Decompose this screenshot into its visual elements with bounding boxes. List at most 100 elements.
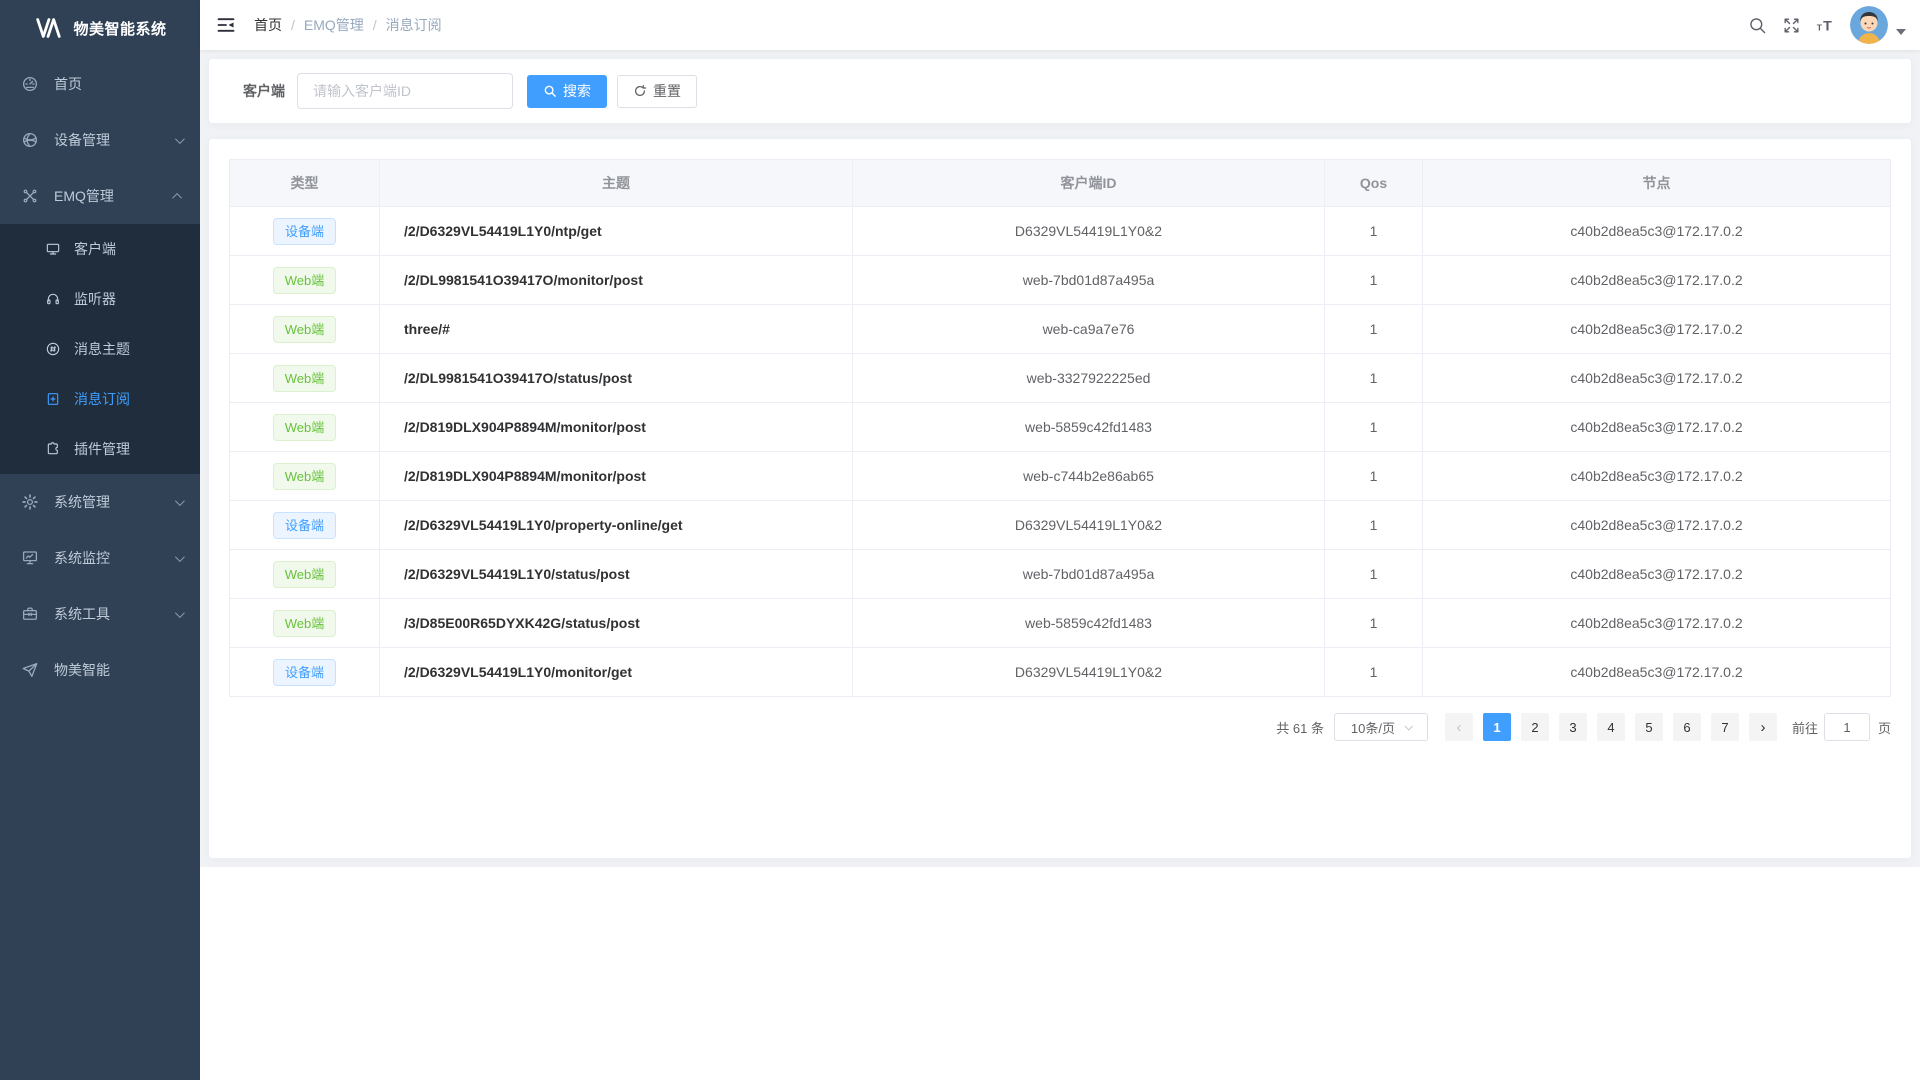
sidebar-item-wumei[interactable]: 物美智能 (0, 642, 200, 698)
qos-cell: 1 (1325, 256, 1423, 305)
topic-cell: three/# (380, 305, 853, 354)
sidebar-subitem-clients[interactable]: 客户端 (0, 224, 200, 274)
page-button-6[interactable]: 6 (1673, 713, 1701, 741)
app-root: 物美智能系统 首页 设备管理 EMQ管理 客户端 监听器 消息主题 消息订阅 插… (0, 0, 1920, 1080)
qos-cell: 1 (1325, 550, 1423, 599)
node-cell: c40b2d8ea5c3@172.17.0.2 (1423, 599, 1891, 648)
type-badge: 设备端 (273, 218, 336, 245)
logo-icon (33, 13, 63, 43)
column-header-2: 客户端ID (853, 160, 1325, 207)
table-row: Web端 three/# web-ca9a7e76 1 c40b2d8ea5c3… (230, 305, 1891, 354)
content: 客户端 搜索 重置 (200, 50, 1920, 867)
node-cell: c40b2d8ea5c3@172.17.0.2 (1423, 550, 1891, 599)
topic-cell: /2/D6329VL54419L1Y0/property-online/get (380, 501, 853, 550)
page-button-4[interactable]: 4 (1597, 713, 1625, 741)
goto-label: 前往 (1792, 718, 1818, 737)
app-logo[interactable]: 物美智能系统 (0, 0, 200, 56)
page-button-1[interactable]: 1 (1483, 713, 1511, 741)
breadcrumb-separator: / (291, 17, 295, 33)
next-page-button[interactable]: › (1749, 713, 1777, 741)
page-size-select[interactable]: 10条/页 (1334, 713, 1428, 741)
sidebar-subitem-plugins[interactable]: 插件管理 (0, 424, 200, 474)
sidebar-item-tools[interactable]: 系统工具 (0, 586, 200, 642)
gear-icon (20, 492, 40, 512)
table-row: 设备端 /2/D6329VL54419L1Y0/monitor/get D632… (230, 648, 1891, 697)
client-id-label: 客户端 (243, 81, 285, 101)
type-badge: Web端 (273, 267, 337, 294)
sidebar-subitem-subscriptions[interactable]: 消息订阅 (0, 374, 200, 424)
chevron-icon (175, 552, 185, 562)
breadcrumb-item-1[interactable]: EMQ管理 (304, 15, 364, 35)
type-badge: 设备端 (273, 659, 336, 686)
qos-cell: 1 (1325, 207, 1423, 256)
topic-cell: /2/D819DLX904P8894M/monitor/post (380, 403, 853, 452)
subscription-table-card: 类型主题客户端IDQos节点 设备端 /2/D6329VL54419L1Y0/n… (208, 138, 1912, 859)
font-size-icon[interactable]: TT (1808, 0, 1842, 50)
sidebar-item-home[interactable]: 首页 (0, 56, 200, 112)
navbar: 首页 / EMQ管理 / 消息订阅 TT (200, 0, 1920, 50)
sidebar-item-devices[interactable]: 设备管理 (0, 112, 200, 168)
sidebar-subitem-topics[interactable]: 消息主题 (0, 324, 200, 374)
user-menu[interactable] (1850, 6, 1906, 44)
type-badge: Web端 (273, 365, 337, 392)
table-row: Web端 /2/DL9981541O39417O/monitor/post we… (230, 256, 1891, 305)
client-monitor-icon (44, 240, 62, 258)
prev-page-button[interactable]: ‹ (1445, 713, 1473, 741)
page-size-value: 10条/页 (1351, 718, 1395, 737)
chevron-down-icon (1404, 722, 1412, 730)
column-header-1: 主题 (380, 160, 853, 207)
collapse-sidebar-icon[interactable] (200, 0, 252, 50)
dashboard-icon (20, 74, 40, 94)
table-header-row: 类型主题客户端IDQos节点 (230, 160, 1891, 207)
qos-cell: 1 (1325, 452, 1423, 501)
client-id-cell: web-5859c42fd1483 (853, 599, 1325, 648)
sidebar-item-label: 系统管理 (54, 492, 110, 512)
node-cell: c40b2d8ea5c3@172.17.0.2 (1423, 207, 1891, 256)
goto-page-unit: 页 (1878, 718, 1891, 737)
search-button[interactable]: 搜索 (527, 75, 607, 108)
search-icon (543, 84, 557, 98)
table-row: Web端 /2/D6329VL54419L1Y0/status/post web… (230, 550, 1891, 599)
topic-cell: /2/DL9981541O39417O/monitor/post (380, 256, 853, 305)
reset-button[interactable]: 重置 (617, 75, 697, 108)
breadcrumb-separator: / (373, 17, 377, 33)
page-button-3[interactable]: 3 (1559, 713, 1587, 741)
goto-page-input[interactable] (1824, 713, 1870, 741)
fullscreen-icon[interactable] (1774, 0, 1808, 50)
sidebar-item-emq[interactable]: EMQ管理 (0, 168, 200, 224)
sidebar-subitem-label: 客户端 (74, 239, 116, 259)
pagination: 共 61 条 10条/页 ‹ 1234567 › 前往 页 (229, 713, 1891, 741)
nodes-icon (20, 186, 40, 206)
search-icon[interactable] (1740, 0, 1774, 50)
app-title: 物美智能系统 (73, 18, 166, 39)
page-button-5[interactable]: 5 (1635, 713, 1663, 741)
node-cell: c40b2d8ea5c3@172.17.0.2 (1423, 256, 1891, 305)
subscription-table: 类型主题客户端IDQos节点 设备端 /2/D6329VL54419L1Y0/n… (229, 159, 1891, 697)
node-cell: c40b2d8ea5c3@172.17.0.2 (1423, 648, 1891, 697)
monitor-chart-icon (20, 548, 40, 568)
sidebar-item-label: 首页 (54, 74, 82, 94)
breadcrumb-item-2: 消息订阅 (386, 15, 442, 35)
page-button-7[interactable]: 7 (1711, 713, 1739, 741)
sidebar-item-system[interactable]: 系统管理 (0, 474, 200, 530)
sidebar-subitem-label: 消息主题 (74, 339, 130, 359)
node-cell: c40b2d8ea5c3@172.17.0.2 (1423, 305, 1891, 354)
page-button-2[interactable]: 2 (1521, 713, 1549, 741)
type-badge: Web端 (273, 316, 337, 343)
breadcrumb-item-0[interactable]: 首页 (254, 15, 282, 35)
paper-plane-icon (20, 660, 40, 680)
headset-icon (44, 290, 62, 308)
client-id-cell: web-7bd01d87a495a (853, 550, 1325, 599)
sidebar-item-label: EMQ管理 (54, 186, 114, 206)
pagination-total: 共 61 条 (1276, 718, 1324, 737)
avatar[interactable] (1850, 6, 1888, 44)
breadcrumb: 首页 / EMQ管理 / 消息订阅 (254, 15, 442, 35)
sidebar-subitem-label: 消息订阅 (74, 389, 130, 409)
qos-cell: 1 (1325, 403, 1423, 452)
node-cell: c40b2d8ea5c3@172.17.0.2 (1423, 501, 1891, 550)
sidebar-item-monitor[interactable]: 系统监控 (0, 530, 200, 586)
main-area: 首页 / EMQ管理 / 消息订阅 TT (200, 0, 1920, 1080)
sidebar-subitem-listeners[interactable]: 监听器 (0, 274, 200, 324)
toolbox-icon (20, 604, 40, 624)
client-id-input[interactable] (297, 73, 513, 109)
